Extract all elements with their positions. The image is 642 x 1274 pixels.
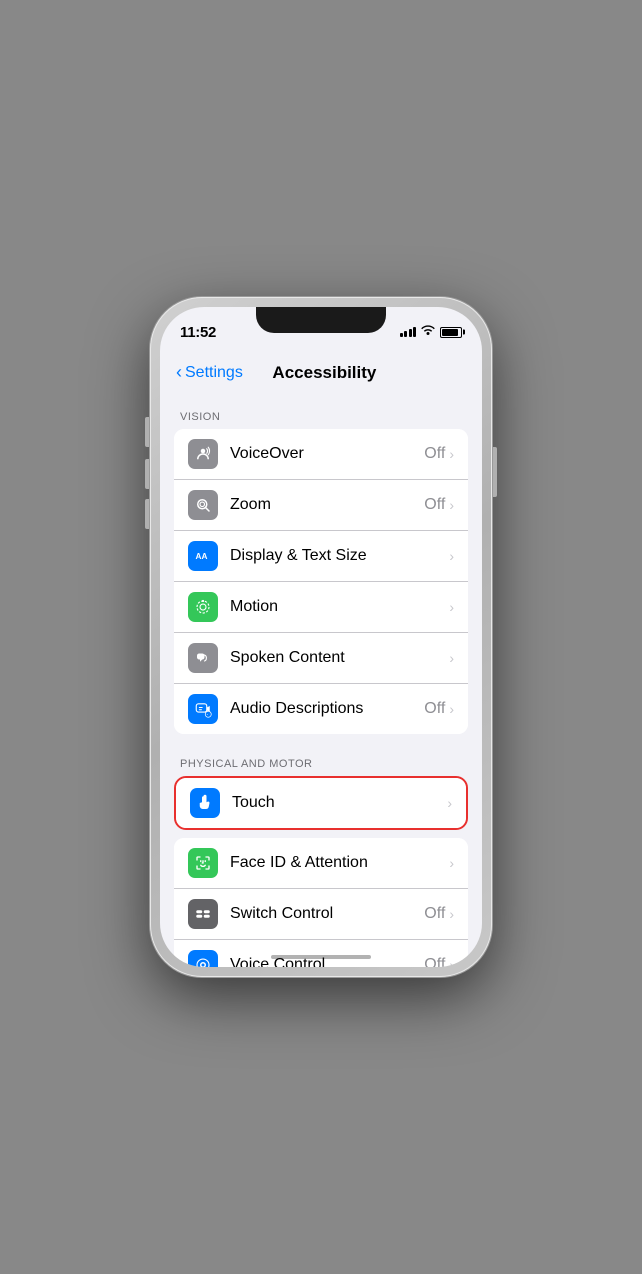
phone-screen: 11:52 — [160, 307, 482, 967]
face-id-icon — [188, 848, 218, 878]
notch — [256, 307, 386, 333]
settings-row-voiceover[interactable]: VoiceOver Off › — [174, 429, 468, 480]
home-indicator — [271, 955, 371, 959]
back-button[interactable]: ‹ Settings — [176, 363, 243, 383]
settings-row-zoom[interactable]: Zoom Off › — [174, 480, 468, 531]
battery-icon — [440, 327, 462, 338]
back-label: Settings — [185, 364, 243, 382]
settings-content: VISION VoiceOver Off › — [160, 395, 482, 967]
motion-label: Motion — [230, 598, 449, 616]
touch-highlighted-row[interactable]: Touch › — [174, 776, 468, 830]
voice-control-chevron: › — [449, 957, 454, 967]
settings-row-motion[interactable]: Motion › — [174, 582, 468, 633]
face-id-label: Face ID & Attention — [230, 854, 449, 872]
status-time: 11:52 — [180, 324, 216, 341]
motion-icon — [188, 592, 218, 622]
switch-control-icon — [188, 899, 218, 929]
nav-bar: ‹ Settings Accessibility — [160, 351, 482, 395]
audio-desc-chevron: › — [449, 701, 454, 717]
settings-row-switch-control[interactable]: Switch Control Off › — [174, 889, 468, 940]
voiceover-value: Off — [424, 445, 445, 463]
face-id-chevron: › — [449, 855, 454, 871]
voice-control-value: Off — [424, 956, 445, 967]
settings-row-touch[interactable]: Touch › — [176, 778, 466, 828]
back-chevron-icon: ‹ — [176, 362, 182, 383]
zoom-icon — [188, 490, 218, 520]
display-text-icon: AA — [188, 541, 218, 571]
audio-desc-label: Audio Descriptions — [230, 700, 424, 718]
zoom-value: Off — [424, 496, 445, 514]
page-title: Accessibility — [243, 363, 406, 383]
settings-row-display-text[interactable]: AA Display & Text Size › — [174, 531, 468, 582]
settings-row-face-id[interactable]: Face ID & Attention › — [174, 838, 468, 889]
svg-text:AA: AA — [196, 552, 208, 561]
switch-control-label: Switch Control — [230, 905, 424, 923]
touch-icon — [190, 788, 220, 818]
spoken-chevron: › — [449, 650, 454, 666]
display-text-label: Display & Text Size — [230, 547, 449, 565]
wifi-icon — [421, 325, 435, 340]
voiceover-chevron: › — [449, 446, 454, 462]
voice-control-icon — [188, 950, 218, 967]
status-icons — [400, 325, 463, 340]
audio-desc-icon: " — [188, 694, 218, 724]
zoom-label: Zoom — [230, 496, 424, 514]
touch-label: Touch — [232, 794, 447, 812]
spoken-icon — [188, 643, 218, 673]
section-label-vision: VISION — [160, 395, 482, 429]
motion-chevron: › — [449, 599, 454, 615]
signal-icon — [400, 327, 417, 337]
vision-group: VoiceOver Off › Zoom Off › — [174, 429, 468, 734]
spoken-label: Spoken Content — [230, 649, 449, 667]
phone-frame: 11:52 — [150, 297, 492, 977]
switch-control-chevron: › — [449, 906, 454, 922]
physical-group: Face ID & Attention › Switch Control — [174, 838, 468, 967]
voiceover-label: VoiceOver — [230, 445, 424, 463]
settings-row-audio-desc[interactable]: " Audio Descriptions Off › — [174, 684, 468, 734]
settings-row-spoken[interactable]: Spoken Content › — [174, 633, 468, 684]
audio-desc-value: Off — [424, 700, 445, 718]
switch-control-value: Off — [424, 905, 445, 923]
settings-row-voice-control[interactable]: Voice Control Off › — [174, 940, 468, 967]
zoom-chevron: › — [449, 497, 454, 513]
voiceover-icon — [188, 439, 218, 469]
touch-chevron: › — [447, 795, 452, 811]
section-label-physical: PHYSICAL AND MOTOR — [160, 742, 482, 776]
display-text-chevron: › — [449, 548, 454, 564]
